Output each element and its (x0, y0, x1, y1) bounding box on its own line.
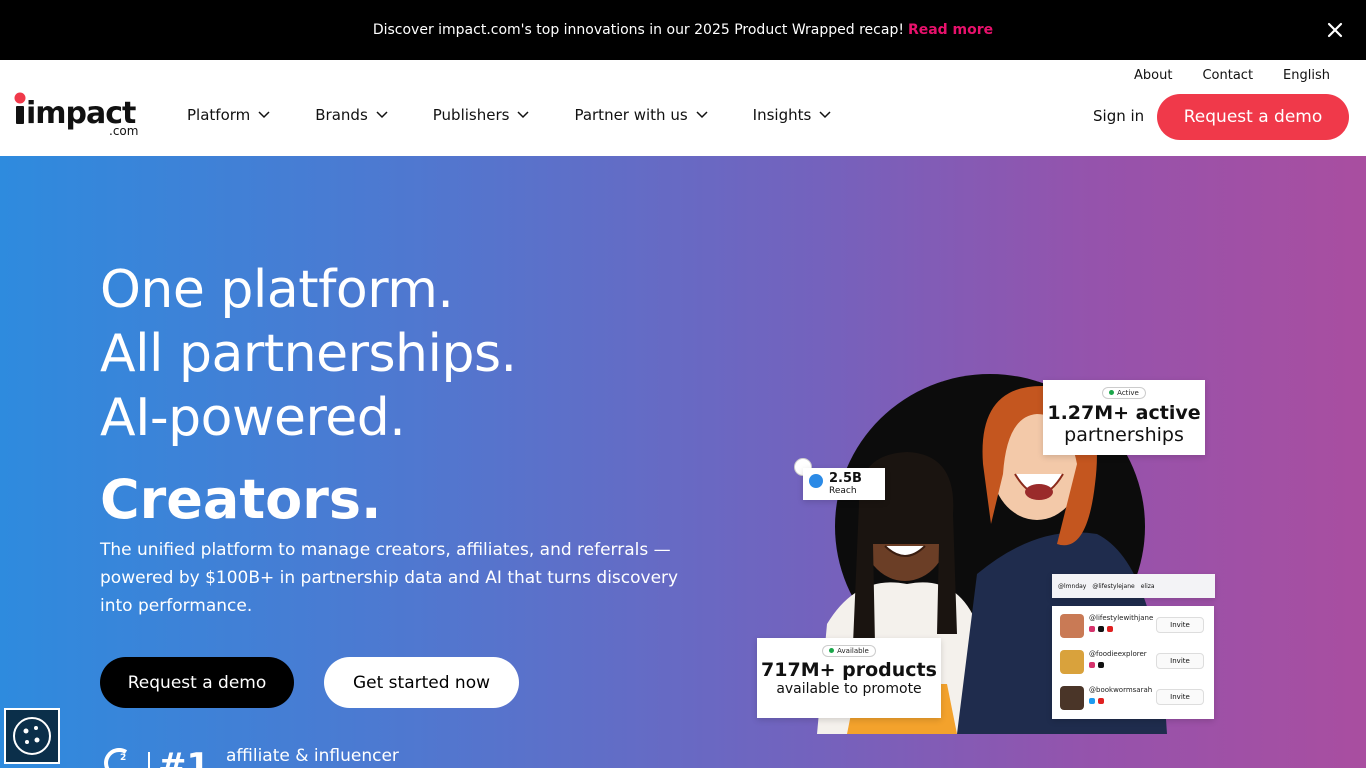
sign-in-link[interactable]: Sign in (1093, 107, 1144, 125)
instagram-icon (1089, 662, 1095, 668)
status-dot-icon (1109, 390, 1115, 395)
hero-subtitle: The unified platform to manage creators,… (100, 540, 679, 616)
avatar (1060, 614, 1084, 638)
hero-rotating-word: Creators. (100, 468, 382, 531)
cookie-settings-button[interactable] (4, 708, 60, 764)
contact-link[interactable]: Contact (1202, 68, 1253, 83)
search-tab: @lmnday (1058, 582, 1087, 590)
g2-award-badge: 2 #1 affiliate & influencer (100, 746, 420, 768)
instagram-icon (1089, 626, 1095, 632)
nav-item-label: Platform (187, 106, 251, 124)
nav-item-insights[interactable]: Insights (753, 106, 832, 124)
avatar (1060, 686, 1084, 710)
hero-illustration: Active 1.27M+ active partnerships 2.5B R… (757, 374, 1217, 734)
invite-button: Invite (1156, 617, 1204, 633)
about-link[interactable]: About (1134, 68, 1172, 83)
youtube-icon (1107, 626, 1113, 632)
youtube-icon (1098, 698, 1104, 704)
g2-logo-icon: 2 (104, 748, 128, 768)
hero-get-started-button[interactable]: Get started now (324, 657, 519, 708)
products-card: Available 717M+ products available to pr… (757, 638, 941, 718)
hero-headline-line-2: All partnerships. (100, 324, 517, 384)
invite-button: Invite (1156, 689, 1204, 705)
nav-item-label: Publishers (432, 106, 510, 124)
nav-item-label: Insights (752, 106, 812, 124)
active-pill: Active (1102, 386, 1146, 399)
chevron-down-icon (517, 111, 529, 119)
hero-section: One platform. All partnerships. AI-power… (0, 156, 1366, 768)
nav-item-platform[interactable]: Platform (187, 106, 270, 124)
chevron-down-icon (696, 111, 708, 119)
products-line-2: available to promote (776, 681, 922, 697)
nav-item-brands[interactable]: Brands (315, 106, 388, 124)
creator-handle: @bookwormsarah (1089, 686, 1153, 694)
reach-card: 2.5B Reach (803, 468, 885, 500)
nav-item-label: Brands (315, 106, 368, 124)
main-nav: Platform Brands Publishers Partner with … (187, 106, 876, 124)
badge-rank: #1 (158, 746, 211, 768)
creator-search-tabs: @lmnday @lifestylejane eliza (1052, 574, 1215, 598)
active-partnerships-card: Active 1.27M+ active partnerships (1043, 380, 1205, 455)
nav-item-partner-with-us[interactable]: Partner with us (574, 106, 708, 124)
logo-suffix: .com (109, 124, 139, 138)
hero-headline-line-3: AI-powered. (100, 388, 406, 448)
status-dot-icon (829, 648, 835, 653)
twitter-icon (1089, 698, 1095, 704)
announcement-read-more-link[interactable]: Read more (908, 22, 993, 38)
chevron-down-icon (258, 111, 270, 119)
products-line-1: 717M+ products (761, 659, 937, 681)
verified-check-icon (809, 474, 823, 488)
announcement-text: Discover impact.com's top innovations in… (372, 22, 904, 38)
active-partnerships-line-2: partnerships (1064, 424, 1184, 446)
creator-row: @bookwormsarah Invite (1052, 680, 1214, 716)
badge-text: affiliate & influencer (226, 746, 399, 766)
available-pill-label: Available (837, 646, 869, 655)
hero-headline-line-1: One platform. (100, 260, 454, 320)
tiktok-icon (1098, 662, 1104, 668)
impact-logo[interactable]: impact .com (14, 92, 144, 138)
chevron-down-icon (819, 111, 831, 119)
badge-divider (148, 752, 150, 768)
close-icon[interactable] (1324, 19, 1346, 41)
tiktok-icon (1098, 626, 1104, 632)
reach-value: 2.5B (829, 471, 862, 486)
available-pill: Available (822, 644, 876, 657)
social-icons (1089, 662, 1104, 668)
avatar (1060, 650, 1084, 674)
hero-request-demo-button[interactable]: Request a demo (100, 657, 294, 708)
creator-handle: @lifestylewithjane (1089, 614, 1154, 622)
search-tab: @lifestylejane (1092, 582, 1135, 590)
social-icons (1089, 698, 1104, 704)
social-icons (1089, 626, 1113, 632)
creator-row: @lifestylewithjane Invite (1052, 608, 1214, 644)
cookie-icon (13, 717, 51, 755)
language-selector[interactable]: English (1283, 68, 1330, 83)
invite-button: Invite (1156, 653, 1204, 669)
request-demo-button[interactable]: Request a demo (1157, 94, 1349, 140)
chevron-down-icon (376, 111, 388, 119)
search-tab: eliza (1140, 582, 1155, 590)
nav-item-label: Partner with us (574, 106, 688, 124)
utility-nav: About Contact English (1134, 68, 1330, 83)
creator-list-card: @lifestylewithjane Invite @foodieexplore… (1052, 606, 1214, 719)
active-partnerships-line-1: 1.27M+ active (1047, 402, 1201, 424)
creator-row: @foodieexplorer Invite (1052, 644, 1214, 680)
reach-label: Reach (829, 486, 857, 496)
nav-item-publishers[interactable]: Publishers (433, 106, 530, 124)
creator-handle: @foodieexplorer (1089, 650, 1147, 658)
announcement-bar: Discover impact.com's top innovations in… (0, 0, 1366, 60)
svg-text:2: 2 (120, 753, 126, 763)
active-pill-label: Active (1117, 388, 1139, 397)
